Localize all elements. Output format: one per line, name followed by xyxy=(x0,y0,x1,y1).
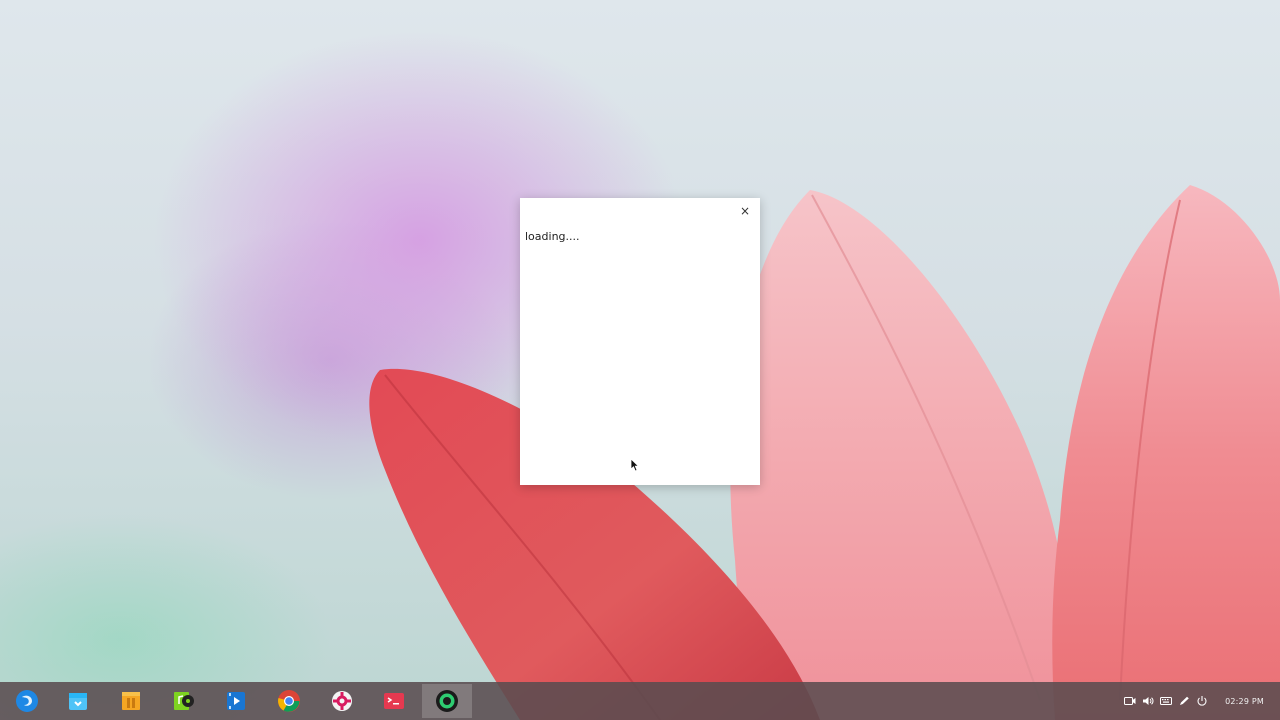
mouse-pointer-icon xyxy=(630,458,640,472)
screen-recorder-icon xyxy=(436,690,458,712)
keyboard-icon[interactable] xyxy=(1157,692,1175,710)
movie-player-icon xyxy=(227,692,245,710)
app-store-icon xyxy=(69,693,87,710)
music-player-button[interactable] xyxy=(158,684,208,718)
launcher-button[interactable] xyxy=(2,684,52,718)
app-store-button[interactable] xyxy=(53,684,103,718)
terminal-icon xyxy=(384,693,404,709)
chrome-browser-button[interactable] xyxy=(264,684,314,718)
launcher-icon xyxy=(16,690,38,712)
power-icon[interactable] xyxy=(1193,692,1211,710)
loading-status-text: loading.... xyxy=(525,230,580,243)
camera-icon[interactable] xyxy=(1121,692,1139,710)
file-manager-button[interactable] xyxy=(106,684,156,718)
system-tray: 02:29 PM xyxy=(1121,682,1280,720)
music-player-icon xyxy=(174,692,194,710)
pen-icon[interactable] xyxy=(1175,692,1193,710)
close-button[interactable]: × xyxy=(738,204,752,218)
desktop: × loading.... 02:29 PM xyxy=(0,0,1280,720)
settings-button[interactable] xyxy=(317,684,367,718)
clock[interactable]: 02:29 PM xyxy=(1225,697,1264,706)
screen-recorder-button[interactable] xyxy=(422,684,472,718)
movie-player-button[interactable] xyxy=(211,684,261,718)
terminal-button[interactable] xyxy=(369,684,419,718)
volume-icon[interactable] xyxy=(1139,692,1157,710)
settings-gear-icon xyxy=(332,691,352,711)
taskbar: 02:29 PM xyxy=(0,682,1280,720)
file-manager-icon xyxy=(122,692,140,710)
chrome-browser-icon xyxy=(278,690,300,712)
loading-dialog: × loading.... xyxy=(520,198,760,485)
